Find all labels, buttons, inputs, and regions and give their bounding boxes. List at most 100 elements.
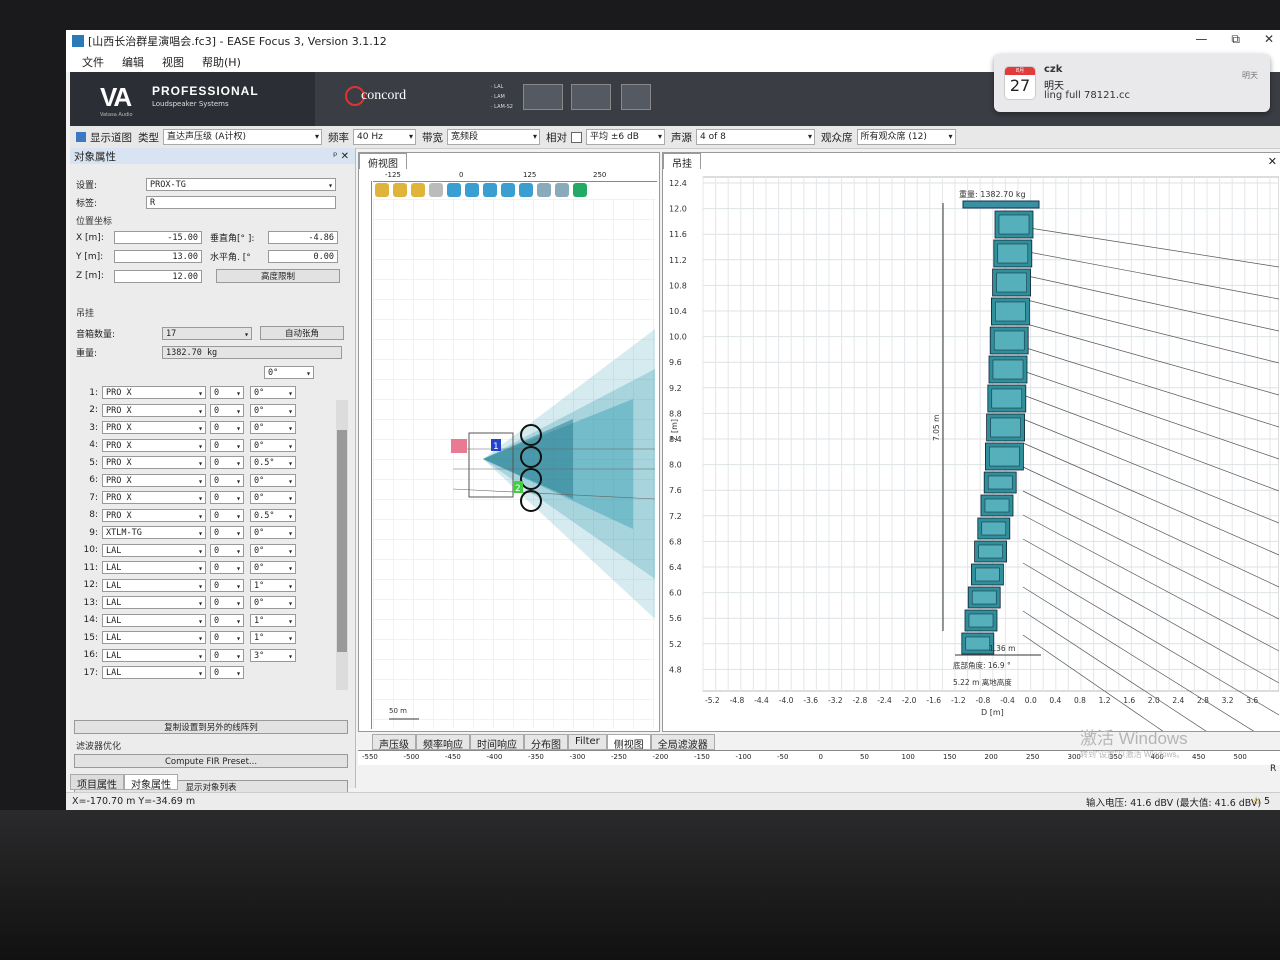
- splay-angle-select[interactable]: 0°: [250, 491, 296, 505]
- tab-project-properties[interactable]: 项目属性: [70, 774, 124, 791]
- offset-select[interactable]: 0: [210, 473, 244, 488]
- zoom-in-icon[interactable]: [375, 183, 389, 197]
- splay-angle-select[interactable]: 0°: [250, 386, 296, 400]
- splay-angle-select[interactable]: 0°: [250, 403, 296, 418]
- model-select[interactable]: LAL: [102, 666, 206, 680]
- compute-fir-button[interactable]: Compute FIR Preset...: [74, 754, 348, 768]
- close-button[interactable]: ✕: [1264, 32, 1274, 47]
- model-select[interactable]: LAL: [102, 543, 206, 558]
- splay-angle-select[interactable]: 0°: [250, 543, 296, 558]
- tag-input[interactable]: R: [146, 196, 336, 209]
- warning-icon[interactable]: ⚠: [1252, 796, 1261, 807]
- splay-angle-select[interactable]: 0.5°: [250, 508, 296, 523]
- top-splay-select[interactable]: 0°: [264, 366, 314, 380]
- splay-angle-select[interactable]: 1°: [250, 578, 296, 593]
- offset-select[interactable]: 0: [210, 631, 244, 645]
- splay-angle-select[interactable]: 0°: [250, 421, 296, 435]
- splay-angle-select[interactable]: 1°: [250, 631, 296, 645]
- measure-icon[interactable]: [555, 183, 569, 197]
- audience-icon[interactable]: [465, 183, 479, 197]
- splay-angle-select[interactable]: 0°: [250, 561, 296, 575]
- model-select[interactable]: PRO X: [102, 386, 206, 400]
- pin-icon[interactable]: ᵖ: [333, 151, 337, 162]
- splay-angle-select[interactable]: 0°: [250, 473, 296, 488]
- tab-object-properties[interactable]: 对象属性: [124, 774, 178, 791]
- splay-angle-select[interactable]: 0°: [250, 526, 296, 540]
- tab-view-2[interactable]: 时间响应: [470, 734, 524, 751]
- offset-select[interactable]: 0: [210, 438, 244, 453]
- rigging-close-icon[interactable]: ✕: [1268, 155, 1277, 168]
- offset-select[interactable]: 0: [210, 596, 244, 610]
- menu-file[interactable]: 文件: [82, 54, 104, 70]
- relative-checkbox[interactable]: [571, 131, 582, 143]
- top-view-canvas[interactable]: 1 2 50 m: [373, 199, 655, 729]
- menu-edit[interactable]: 编辑: [122, 54, 144, 70]
- band-select[interactable]: 宽频段: [447, 129, 540, 145]
- auto-splay-button[interactable]: 自动张角: [260, 326, 344, 340]
- tab-view-6[interactable]: 全局滤波器: [650, 734, 715, 751]
- offset-select[interactable]: 0: [210, 666, 244, 680]
- offset-select[interactable]: 0: [210, 578, 244, 593]
- restore-button[interactable]: ⧉: [1231, 32, 1240, 47]
- horizontal-angle-input[interactable]: 0.00: [268, 250, 338, 263]
- offset-select[interactable]: 0: [210, 491, 244, 505]
- offset-select[interactable]: 0: [210, 421, 244, 435]
- array-marker-1[interactable]: 1: [493, 442, 499, 452]
- zoom-fit-icon[interactable]: [411, 183, 425, 197]
- area-icon[interactable]: [519, 183, 533, 197]
- menu-help[interactable]: 帮助(H): [202, 54, 241, 70]
- zoom-out-icon[interactable]: [393, 183, 407, 197]
- panel-close-icon[interactable]: ✕: [341, 151, 349, 162]
- source-select[interactable]: 4 of 8: [696, 129, 815, 145]
- mic-icon[interactable]: [573, 183, 587, 197]
- tab-view-5[interactable]: 侧视图: [606, 734, 651, 751]
- display-map-button[interactable]: 显示道图: [76, 130, 132, 145]
- model-select[interactable]: LAL: [102, 578, 206, 593]
- x-input[interactable]: -15.00: [114, 231, 202, 244]
- offset-select[interactable]: 0: [210, 386, 244, 400]
- model-select[interactable]: LAL: [102, 613, 206, 628]
- offset-select[interactable]: 0: [210, 508, 244, 523]
- tab-view-4[interactable]: Filter: [568, 734, 607, 750]
- array-marker-2[interactable]: 2: [515, 484, 521, 494]
- source-icon[interactable]: [537, 183, 551, 197]
- tab-view-3[interactable]: 分布图: [524, 734, 568, 751]
- copy-settings-button[interactable]: 复制设置到另外的线阵列: [74, 720, 348, 734]
- table-scrollbar[interactable]: [336, 400, 348, 690]
- offset-select[interactable]: 0: [210, 543, 244, 558]
- offset-select[interactable]: 0: [210, 526, 244, 540]
- model-select[interactable]: PRO X: [102, 473, 206, 488]
- model-select[interactable]: PRO X: [102, 403, 206, 418]
- audience-select[interactable]: 所有观众席 (12): [856, 129, 956, 145]
- offset-select[interactable]: 0: [210, 456, 244, 470]
- room-icon[interactable]: [447, 183, 461, 197]
- model-select[interactable]: PRO X: [102, 508, 206, 523]
- model-select[interactable]: LAL: [102, 631, 206, 645]
- model-select[interactable]: LAL: [102, 648, 206, 663]
- tab-view-1[interactable]: 频率响应: [416, 734, 470, 751]
- model-select[interactable]: XTLM-TG: [102, 526, 206, 540]
- freq-select[interactable]: 40 Hz: [353, 129, 416, 145]
- model-select[interactable]: PRO X: [102, 491, 206, 505]
- splay-angle-select[interactable]: 0°: [250, 596, 296, 610]
- splay-angle-select[interactable]: 0°: [250, 438, 296, 453]
- model-select[interactable]: LAL: [102, 561, 206, 575]
- tab-view-0[interactable]: 声压级: [372, 734, 416, 751]
- vertical-angle-input[interactable]: -4.86: [268, 231, 338, 244]
- y-input[interactable]: 13.00: [114, 250, 202, 263]
- model-select[interactable]: PRO X: [102, 421, 206, 435]
- splay-angle-select[interactable]: 3°: [250, 648, 296, 663]
- offset-select[interactable]: 0: [210, 613, 244, 628]
- minimize-button[interactable]: —: [1195, 32, 1207, 47]
- tab-top-view[interactable]: 俯视图: [359, 153, 407, 170]
- offset-select[interactable]: 0: [210, 648, 244, 663]
- grid-icon[interactable]: [429, 183, 443, 197]
- surface-icon[interactable]: [483, 183, 497, 197]
- tab-rigging[interactable]: 吊挂: [663, 153, 701, 170]
- splay-angle-select[interactable]: 1°: [250, 613, 296, 628]
- rigging-canvas[interactable]: 12.412.011.611.210.810.410.09.69.28.88.4…: [663, 171, 1279, 731]
- menu-view[interactable]: 视图: [162, 54, 184, 70]
- offset-select[interactable]: 0: [210, 561, 244, 575]
- model-select[interactable]: PRO X: [102, 456, 206, 470]
- splay-angle-select[interactable]: 0.5°: [250, 456, 296, 470]
